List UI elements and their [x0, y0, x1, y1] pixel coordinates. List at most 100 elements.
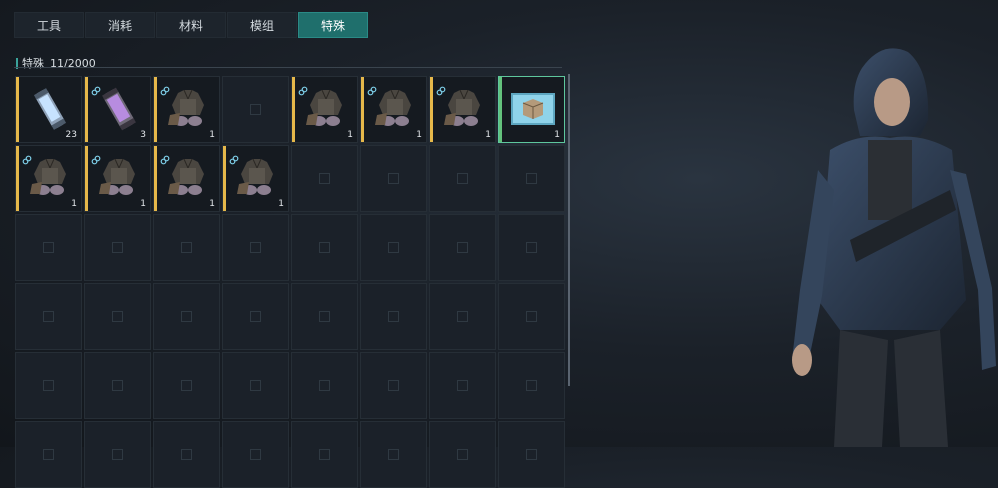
armor-outfit-icon [164, 154, 212, 202]
armor-outfit-icon [26, 154, 74, 202]
empty-slot[interactable] [222, 214, 289, 281]
link-icon [436, 81, 446, 96]
empty-slot[interactable] [84, 421, 151, 488]
empty-slot[interactable] [84, 352, 151, 419]
item-quantity: 1 [71, 199, 77, 209]
rarity-bar [361, 77, 364, 142]
empty-slot[interactable] [222, 421, 289, 488]
item-quantity: 1 [209, 199, 215, 209]
inventory-slot[interactable]: 1 [360, 76, 427, 143]
empty-slot[interactable] [15, 214, 82, 281]
empty-slot[interactable] [360, 283, 427, 350]
inventory-slot[interactable]: 1 [84, 145, 151, 212]
empty-slot[interactable] [429, 214, 496, 281]
empty-slot[interactable] [429, 352, 496, 419]
empty-slot[interactable] [153, 283, 220, 350]
empty-slot[interactable] [429, 421, 496, 488]
tab-special[interactable]: 特殊 [298, 12, 368, 38]
inventory-slot[interactable]: 1 [222, 145, 289, 212]
empty-slot[interactable] [15, 421, 82, 488]
link-icon [160, 150, 170, 165]
category-tabs: 工具 消耗 材料 模组 特殊 [14, 12, 369, 38]
rarity-bar [16, 146, 19, 211]
armor-outfit-icon [440, 85, 488, 133]
empty-slot[interactable] [498, 214, 565, 281]
empty-slot[interactable] [84, 214, 151, 281]
item-quantity: 3 [140, 130, 146, 140]
empty-slot[interactable] [498, 352, 565, 419]
tab-materials[interactable]: 材料 [156, 12, 226, 38]
empty-slot[interactable] [291, 145, 358, 212]
rarity-bar [430, 77, 433, 142]
rarity-bar [154, 77, 157, 142]
empty-slot[interactable] [153, 214, 220, 281]
empty-slot[interactable] [291, 352, 358, 419]
link-icon [91, 81, 101, 96]
armor-outfit-icon [233, 154, 281, 202]
empty-slot[interactable] [360, 214, 427, 281]
empty-slot[interactable] [222, 283, 289, 350]
empty-slot[interactable] [153, 421, 220, 488]
item-quantity: 1 [347, 130, 353, 140]
empty-slot[interactable] [498, 421, 565, 488]
inventory-grid: 23 3 1 1 1 1 1 1 1 1 1 [15, 76, 565, 488]
empty-slot[interactable] [84, 283, 151, 350]
section-title: 特殊 [22, 57, 44, 70]
armor-outfit-icon [302, 85, 350, 133]
section-divider [14, 67, 562, 68]
rarity-bar [85, 146, 88, 211]
inventory-slot[interactable]: 1 [498, 76, 565, 143]
item-quantity: 1 [416, 130, 422, 140]
empty-slot[interactable] [222, 76, 289, 143]
tab-consumables[interactable]: 消耗 [85, 12, 155, 38]
empty-slot[interactable] [291, 421, 358, 488]
empty-slot[interactable] [429, 283, 496, 350]
rarity-bar [16, 77, 19, 142]
inventory-slot[interactable]: 23 [15, 76, 82, 143]
link-icon [91, 150, 101, 165]
armor-outfit-icon [164, 85, 212, 133]
empty-slot[interactable] [360, 421, 427, 488]
empty-slot[interactable] [360, 352, 427, 419]
empty-slot[interactable] [291, 214, 358, 281]
link-icon [160, 81, 170, 96]
battery-canister-icon [26, 85, 74, 133]
purple-canister-icon [95, 85, 143, 133]
section-header: 特殊 11/2000 [16, 55, 96, 71]
item-quantity: 23 [65, 130, 77, 140]
rarity-bar [85, 77, 88, 142]
inventory-slot[interactable]: 1 [15, 145, 82, 212]
armor-outfit-icon [371, 85, 419, 133]
supply-crate-icon [509, 85, 557, 133]
item-quantity: 1 [140, 199, 146, 209]
item-quantity: 1 [485, 130, 491, 140]
armor-outfit-icon [95, 154, 143, 202]
tab-tools[interactable]: 工具 [14, 12, 84, 38]
inventory-slot[interactable]: 1 [429, 76, 496, 143]
empty-slot[interactable] [15, 352, 82, 419]
link-icon [229, 150, 239, 165]
empty-slot[interactable] [498, 145, 565, 212]
inventory-slot[interactable]: 1 [291, 76, 358, 143]
empty-slot[interactable] [222, 352, 289, 419]
empty-slot[interactable] [153, 352, 220, 419]
rarity-bar [223, 146, 226, 211]
empty-slot[interactable] [360, 145, 427, 212]
empty-slot[interactable] [429, 145, 496, 212]
item-quantity: 1 [278, 199, 284, 209]
empty-slot[interactable] [291, 283, 358, 350]
link-icon [367, 81, 377, 96]
empty-slot[interactable] [15, 283, 82, 350]
inventory-slot[interactable]: 1 [153, 145, 220, 212]
inventory-slot[interactable]: 1 [153, 76, 220, 143]
item-quantity: 1 [554, 130, 560, 140]
rarity-bar [292, 77, 295, 142]
inventory-scrollbar[interactable] [568, 74, 570, 386]
rarity-bar [499, 77, 502, 142]
link-icon [22, 150, 32, 165]
empty-slot[interactable] [498, 283, 565, 350]
item-quantity: 1 [209, 130, 215, 140]
link-icon [298, 81, 308, 96]
tab-modules[interactable]: 模组 [227, 12, 297, 38]
inventory-slot[interactable]: 3 [84, 76, 151, 143]
